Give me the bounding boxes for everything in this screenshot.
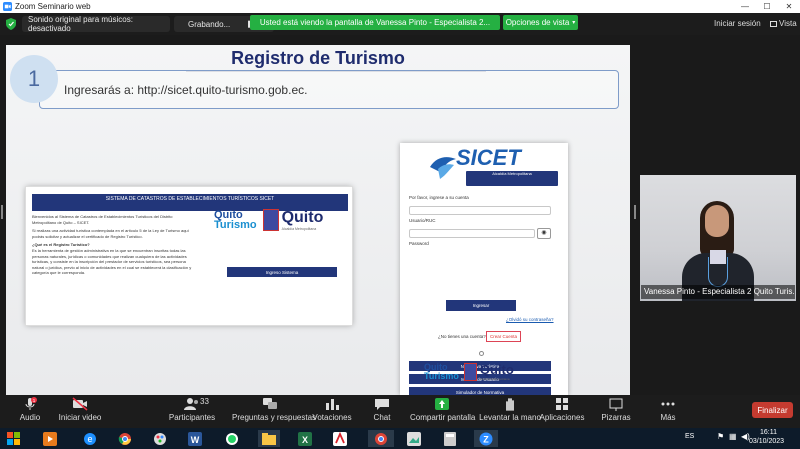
qa-icon (263, 398, 277, 409)
meeting-toolbar: 1 Audio Iniciar video 33 Participantes P… (0, 395, 800, 428)
close-button[interactable]: ✕ (778, 0, 800, 13)
chrome-icon[interactable] (115, 430, 135, 447)
window-title: Zoom Seminario web (15, 2, 91, 11)
quito-shield-icon (262, 209, 279, 231)
step-text: Ingresarás a: http://sicet.quito-turismo… (64, 82, 308, 97)
chrome-window-icon[interactable] (368, 430, 394, 447)
picture-viewer-icon[interactable] (404, 430, 424, 447)
quito-turismo-logo-login: Quito Turismo Quito Alcaldía Metropolita… (424, 361, 514, 381)
flag-icon[interactable]: ⚑ (717, 432, 724, 441)
sicet-intro-text: Bienvenidos al Sistema de Catastros de E… (32, 214, 192, 276)
whatsapp-icon[interactable] (222, 430, 242, 447)
crear-cuenta-button[interactable]: Crear Cuenta (486, 331, 521, 342)
svg-text:W: W (191, 435, 200, 445)
calculator-icon[interactable] (440, 430, 460, 447)
left-resize-handle[interactable] (1, 205, 3, 219)
slide-title: Registro de Turismo (231, 48, 405, 68)
sicet-home-screenshot: SISTEMA DE CATASTROS DE ESTABLECIMIENTOS… (26, 187, 352, 325)
participant-avatar (705, 205, 729, 237)
more-button[interactable]: Más (638, 397, 698, 422)
simulador-normativa-button[interactable]: Simulador de Normativa (409, 387, 551, 395)
participant-video[interactable]: Vanessa Pinto - Especialista 2 Quito Tur… (640, 175, 796, 301)
word-icon[interactable]: W (185, 430, 205, 447)
apps-button[interactable]: Aplicaciones (532, 397, 592, 422)
start-video-button[interactable]: Iniciar video (50, 397, 110, 422)
view-options-button[interactable]: Opciones de vista ▾ (503, 15, 578, 30)
internet-explorer-icon[interactable]: e (80, 430, 100, 447)
radio-icon[interactable] (479, 351, 484, 356)
language-indicator[interactable]: ES (685, 433, 694, 440)
whiteboards-button[interactable]: Pizarras (586, 397, 646, 422)
shared-screen: Registro de Turismo Ingresarás a: http:/… (0, 35, 800, 395)
more-icon (661, 402, 675, 406)
username-input[interactable] (409, 206, 551, 215)
qa-button[interactable]: Preguntas y respuestas (232, 397, 316, 422)
network-icon[interactable]: ▦ (729, 432, 737, 441)
share-screen-button[interactable]: Compartir pantalla (410, 397, 475, 422)
svg-text:Z: Z (483, 434, 489, 444)
zoom-app-icon (3, 2, 12, 11)
quito-turismo-logo: Quito Turismo Quito Alcaldía Metropolita… (214, 208, 324, 231)
maximize-button[interactable]: ☐ (756, 0, 778, 13)
ingresar-button[interactable]: Ingresar (446, 300, 516, 311)
window-controls: — ☐ ✕ (734, 0, 800, 13)
chat-button[interactable]: Chat (352, 397, 412, 422)
splitter-handle[interactable] (634, 205, 636, 219)
share-screen-icon (435, 398, 449, 410)
polls-icon (326, 399, 339, 410)
step-number: 1 (10, 55, 58, 103)
original-sound-chip[interactable]: Sonido original para músicos: desactivad… (22, 15, 170, 33)
end-meeting-button[interactable]: Finalizar (752, 402, 793, 418)
view-button[interactable]: Vista (770, 19, 797, 28)
chat-icon (375, 399, 389, 410)
video-off-icon (72, 397, 88, 411)
hand-icon (506, 398, 514, 411)
file-explorer-icon[interactable] (258, 430, 280, 447)
acrobat-icon[interactable] (330, 430, 350, 447)
password-input[interactable] (409, 229, 535, 238)
step-box: Ingresarás a: http://sicet.quito-turismo… (39, 70, 619, 109)
clock-date[interactable]: 03/10/2023 (749, 438, 784, 445)
grid-icon (770, 21, 777, 27)
zoom-top-bar: Sonido original para músicos: desactivad… (0, 13, 800, 35)
forgot-password-link[interactable]: ¿Olvidó su contraseña? (506, 317, 554, 322)
participants-button[interactable]: 33 Participantes (162, 397, 222, 422)
participant-name: Vanessa Pinto - Especialista 2 Quito Tur… (641, 285, 795, 299)
paint-icon[interactable] (150, 430, 170, 447)
sicet-login-screenshot: SICET Alcaldía Metropolitana Por favor, … (400, 143, 568, 395)
zoom-taskbar-icon[interactable]: Z (474, 430, 498, 447)
quito-shield-icon (463, 362, 477, 381)
login-link[interactable]: Iniciar sesión (714, 19, 761, 28)
presentation-slide: Registro de Turismo Ingresarás a: http:/… (6, 45, 630, 395)
sicet-logo: SICET Alcaldía Metropolitana (428, 145, 558, 187)
microphone-icon: 1 (25, 397, 37, 410)
show-password-icon[interactable]: ◉ (537, 228, 551, 239)
sharing-banner: Usted está viendo la pantalla de Vanessa… (250, 15, 500, 30)
clock-time[interactable]: 16:11 (760, 429, 777, 436)
bird-icon (430, 157, 456, 179)
media-player-icon[interactable] (40, 430, 60, 447)
svg-text:e: e (87, 434, 92, 444)
apps-icon (556, 398, 568, 410)
chevron-down-icon: ▾ (572, 20, 576, 26)
participants-icon (184, 398, 198, 410)
start-icon[interactable] (4, 430, 24, 447)
shield-icon[interactable] (6, 18, 16, 30)
windows-taskbar: e W X Z ES ⚑ ▦ ◀) 16:11 03/10/2023 (0, 428, 800, 449)
ingreso-sistema-button[interactable]: Ingreso Sistema (227, 267, 337, 277)
excel-icon[interactable]: X (295, 430, 315, 447)
window-titlebar: Zoom Seminario web — ☐ ✕ (0, 0, 800, 13)
whiteboard-icon (609, 398, 623, 411)
svg-text:X: X (302, 435, 308, 445)
minimize-button[interactable]: — (734, 0, 756, 13)
